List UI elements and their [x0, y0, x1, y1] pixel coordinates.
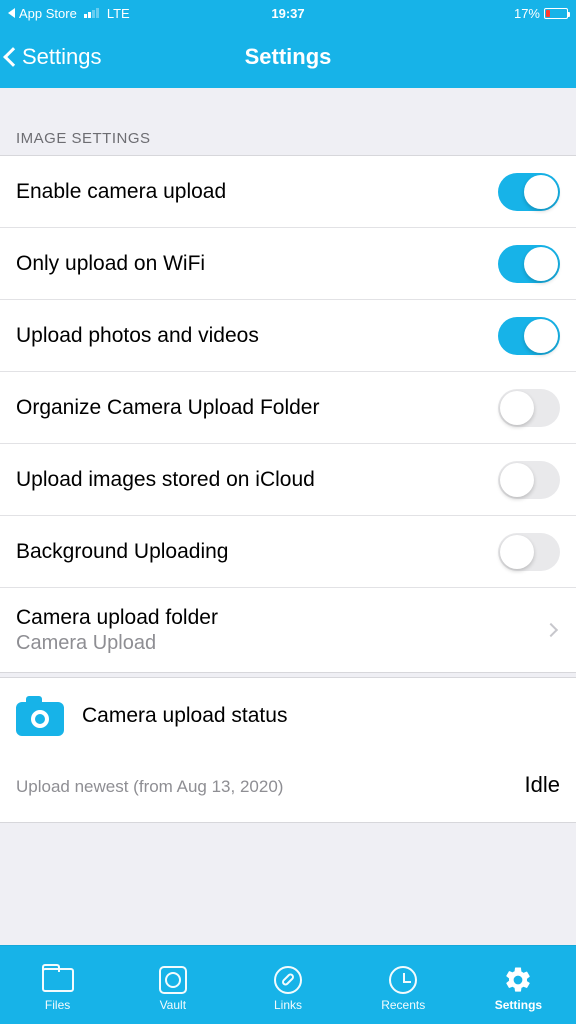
battery-icon: [544, 8, 568, 19]
toggle-only-wifi[interactable]: [498, 245, 560, 283]
toggle-photos-videos[interactable]: [498, 317, 560, 355]
tab-links-label: Links: [274, 998, 302, 1012]
section-header-image-settings: IMAGE SETTINGS: [0, 88, 576, 155]
tab-recents[interactable]: Recents: [346, 946, 461, 1024]
toggle-icloud[interactable]: [498, 461, 560, 499]
gear-icon: [501, 965, 535, 995]
tab-vault-label: Vault: [160, 998, 186, 1012]
tab-files[interactable]: Files: [0, 946, 115, 1024]
toggle-enable-camera-upload[interactable]: [498, 173, 560, 211]
back-label: Settings: [22, 44, 102, 70]
content-scroll[interactable]: IMAGE SETTINGS Enable camera upload Only…: [0, 88, 576, 945]
label-status-value: Idle: [525, 772, 560, 798]
toggle-background[interactable]: [498, 533, 560, 571]
label-icloud: Upload images stored on iCloud: [16, 450, 498, 510]
row-organize-folder: Organize Camera Upload Folder: [0, 372, 576, 444]
back-button[interactable]: Settings: [0, 44, 102, 70]
tab-recents-label: Recents: [381, 998, 425, 1012]
label-folder-value: Camera Upload: [16, 632, 546, 655]
row-enable-camera-upload: Enable camera upload: [0, 156, 576, 228]
row-photos-videos: Upload photos and videos: [0, 300, 576, 372]
vault-icon: [156, 965, 190, 995]
upload-status-block: Camera upload status Upload newest (from…: [0, 677, 576, 823]
label-organize-folder: Organize Camera Upload Folder: [16, 378, 498, 438]
toggle-organize-folder[interactable]: [498, 389, 560, 427]
row-icloud: Upload images stored on iCloud: [0, 444, 576, 516]
clock: 19:37: [0, 6, 576, 21]
label-only-wifi: Only upload on WiFi: [16, 234, 498, 294]
label-background: Background Uploading: [16, 522, 498, 582]
row-background: Background Uploading: [0, 516, 576, 588]
label-enable-camera-upload: Enable camera upload: [16, 162, 498, 222]
chevron-right-icon: [544, 623, 558, 637]
camera-icon: [16, 696, 64, 736]
nav-bar: Settings Settings: [0, 26, 576, 88]
tab-settings-label: Settings: [495, 998, 542, 1012]
clock-icon: [386, 965, 420, 995]
tab-vault[interactable]: Vault: [115, 946, 230, 1024]
label-photos-videos: Upload photos and videos: [16, 306, 498, 366]
tab-bar: Files Vault Links Recents Settings: [0, 945, 576, 1024]
settings-list: Enable camera upload Only upload on WiFi…: [0, 155, 576, 673]
row-only-wifi: Only upload on WiFi: [0, 228, 576, 300]
chevron-left-icon: [3, 47, 23, 67]
tab-settings[interactable]: Settings: [461, 946, 576, 1024]
folder-icon: [41, 965, 75, 995]
tab-files-label: Files: [45, 998, 70, 1012]
label-upload-newest: Upload newest (from Aug 13, 2020): [16, 777, 283, 797]
label-status-title: Camera upload status: [82, 704, 287, 728]
label-folder-title: Camera upload folder: [16, 606, 546, 630]
status-bar: App Store LTE 19:37 17%: [0, 0, 576, 26]
tab-links[interactable]: Links: [230, 946, 345, 1024]
link-icon: [271, 965, 305, 995]
row-camera-upload-folder[interactable]: Camera upload folder Camera Upload: [0, 588, 576, 672]
